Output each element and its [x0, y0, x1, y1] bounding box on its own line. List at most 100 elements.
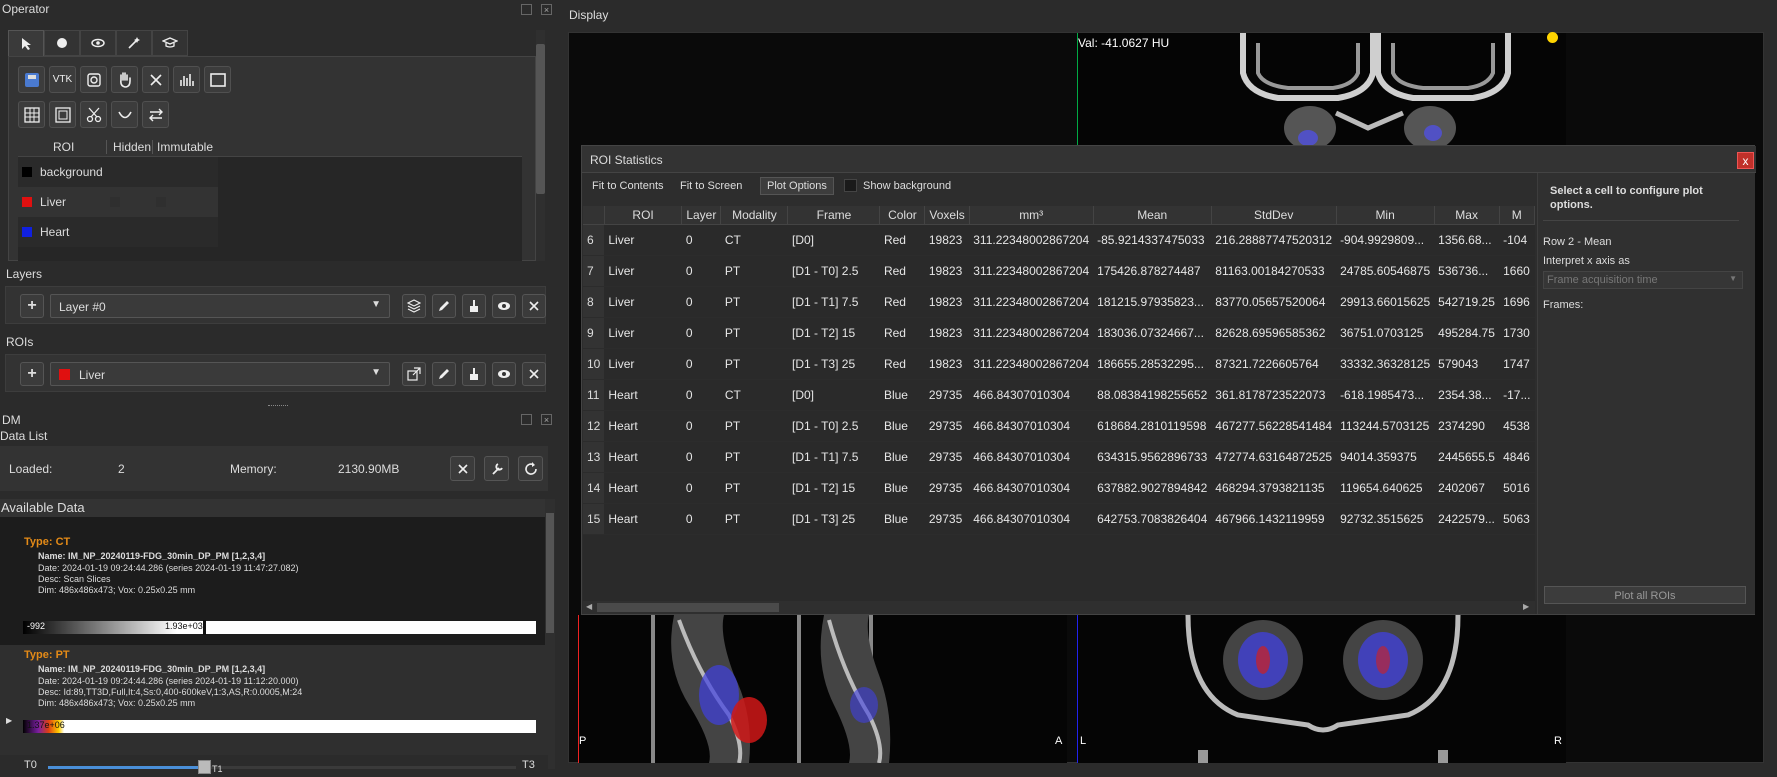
- cell-mean[interactable]: 186655.28532295...: [1093, 348, 1212, 380]
- col-color[interactable]: Color: [879, 206, 926, 225]
- plot-options-button[interactable]: Plot Options: [760, 177, 834, 195]
- cell-stddev[interactable]: 472774.63164872525: [1211, 441, 1337, 473]
- cell-mm3[interactable]: 466.84307010304: [969, 410, 1094, 442]
- cell-voxels[interactable]: 29735: [924, 379, 970, 411]
- cell-color[interactable]: Blue: [879, 472, 925, 504]
- curve-button[interactable]: [111, 101, 138, 128]
- cell-layer[interactable]: 0: [681, 286, 721, 318]
- available-scrollbar[interactable]: [545, 499, 555, 769]
- cell-layer[interactable]: 0: [681, 379, 721, 411]
- cell-m[interactable]: -104: [1499, 224, 1535, 256]
- time-slider-handle[interactable]: [198, 760, 211, 774]
- stats-hscrollbar[interactable]: ◀ ▶: [583, 601, 1535, 614]
- expand-icon[interactable]: ▶: [6, 716, 12, 725]
- colorbar-handle[interactable]: [203, 620, 206, 635]
- cell-roi[interactable]: Liver: [604, 317, 682, 349]
- add-roi-button[interactable]: +: [20, 362, 44, 386]
- delete-button[interactable]: [142, 66, 169, 93]
- roi-row-background[interactable]: background: [18, 157, 218, 187]
- cell-roi[interactable]: Heart: [604, 379, 682, 411]
- plot-all-rois-button[interactable]: Plot all ROIs: [1544, 586, 1746, 604]
- cell-mm3[interactable]: 311.22348002867204: [969, 255, 1094, 287]
- cell-mm3[interactable]: 311.22348002867204: [969, 286, 1094, 318]
- col-mm3[interactable]: mm³: [969, 206, 1094, 225]
- cell-color[interactable]: Red: [879, 317, 925, 349]
- table-row[interactable]: 7 Liver 0 PT [D1 - T0] 2.5 Red 19823 311.223480…: [583, 255, 1535, 287]
- cell-color[interactable]: Blue: [879, 441, 925, 473]
- cell-min[interactable]: 29913.66015625: [1336, 286, 1435, 318]
- rectangle-button[interactable]: [204, 66, 231, 93]
- x-axis-select[interactable]: Frame acquisition time ▼: [1543, 271, 1743, 289]
- immutable-checkbox[interactable]: [156, 197, 166, 207]
- cell-m[interactable]: 4538: [1499, 410, 1535, 442]
- sagittal-view[interactable]: P A: [578, 615, 1067, 764]
- col-stddev[interactable]: StdDev: [1211, 206, 1337, 225]
- delete-layer-button[interactable]: [522, 294, 546, 318]
- cell-frame[interactable]: [D1 - T1] 7.5: [787, 286, 880, 318]
- cell-roi[interactable]: Heart: [604, 503, 682, 535]
- col-modality[interactable]: Modality: [720, 206, 789, 225]
- cell-modality[interactable]: CT: [720, 379, 788, 411]
- cell-frame[interactable]: [D1 - T2] 15: [787, 472, 880, 504]
- cell-m[interactable]: 1747: [1499, 348, 1535, 380]
- grid-button[interactable]: [49, 101, 76, 128]
- cell-stddev[interactable]: 216.28887747520312: [1211, 224, 1337, 256]
- table-row[interactable]: 10 Liver 0 PT [D1 - T3] 25 Red 19823 311.223480…: [583, 348, 1535, 380]
- cell-stddev[interactable]: 81163.00184270533: [1211, 255, 1337, 287]
- col-min[interactable]: Min: [1336, 206, 1435, 225]
- cell-m[interactable]: 5016: [1499, 472, 1535, 504]
- cell-min[interactable]: -618.1985473...: [1336, 379, 1435, 411]
- add-layer-button[interactable]: +: [20, 294, 44, 318]
- cell-max[interactable]: 495284.75: [1434, 317, 1500, 349]
- cell-layer[interactable]: 0: [681, 224, 721, 256]
- cell-voxels[interactable]: 29735: [924, 472, 970, 504]
- layers-stack-button[interactable]: [402, 294, 426, 318]
- cell-color[interactable]: Blue: [879, 503, 925, 535]
- cell-color[interactable]: Red: [879, 224, 925, 256]
- cell-roi[interactable]: Liver: [604, 348, 682, 380]
- cell-min[interactable]: 24785.60546875: [1336, 255, 1435, 287]
- tab-pointer[interactable]: [8, 30, 44, 56]
- cell-modality[interactable]: PT: [720, 255, 788, 287]
- cell-voxels[interactable]: 29735: [924, 441, 970, 473]
- pan-button[interactable]: [111, 66, 138, 93]
- close-icon[interactable]: ×: [541, 414, 552, 425]
- cell-min[interactable]: 113244.5703125: [1336, 410, 1435, 442]
- cell-m[interactable]: 1696: [1499, 286, 1535, 318]
- fit-screen-button[interactable]: Fit to Screen: [680, 180, 742, 192]
- cell-modality[interactable]: PT: [720, 348, 788, 380]
- cell-modality[interactable]: PT: [720, 410, 788, 442]
- cell-m[interactable]: 1660: [1499, 255, 1535, 287]
- cell-roi[interactable]: Liver: [604, 224, 682, 256]
- cell-m[interactable]: 5063: [1499, 503, 1535, 535]
- hidden-checkbox[interactable]: [110, 197, 120, 207]
- window-close-button[interactable]: x: [1737, 152, 1754, 169]
- cell-color[interactable]: Red: [879, 286, 925, 318]
- coronal-view[interactable]: L R: [1077, 614, 1566, 763]
- cell-roi[interactable]: Heart: [604, 410, 682, 442]
- cell-m[interactable]: 1730: [1499, 317, 1535, 349]
- cell-max[interactable]: 542719.25: [1434, 286, 1500, 318]
- cell-layer[interactable]: 0: [681, 255, 721, 287]
- data-item-ct[interactable]: Type: CT Name: IM_NP_20240119-FDG_30min_…: [0, 517, 545, 645]
- table-row[interactable]: 8 Liver 0 PT [D1 - T1] 7.5 Red 19823 311.223480…: [583, 286, 1535, 318]
- table-row[interactable]: 6 Liver 0 CT [D0] Red 19823 311.22348002867204-…: [583, 224, 1535, 256]
- cell-mean[interactable]: 88.08384198255652: [1093, 379, 1212, 411]
- cell-layer[interactable]: 0: [681, 441, 721, 473]
- cell-roi[interactable]: Heart: [604, 441, 682, 473]
- cell-m[interactable]: 4846: [1499, 441, 1535, 473]
- col-roi[interactable]: ROI: [604, 206, 683, 225]
- cell-voxels[interactable]: 19823: [924, 348, 970, 380]
- refresh-button[interactable]: [518, 456, 543, 481]
- cell-mean[interactable]: 183036.07324667...: [1093, 317, 1212, 349]
- cell-modality[interactable]: CT: [720, 224, 788, 256]
- cell-frame[interactable]: [D1 - T0] 2.5: [787, 410, 880, 442]
- cell-min[interactable]: 36751.0703125: [1336, 317, 1435, 349]
- roi-row-liver[interactable]: Liver: [18, 187, 218, 217]
- table-button[interactable]: [18, 101, 45, 128]
- cell-layer[interactable]: 0: [681, 472, 721, 504]
- export-roi-button[interactable]: [402, 362, 426, 386]
- col-max[interactable]: Max: [1434, 206, 1500, 225]
- clean-roi-button[interactable]: [462, 362, 486, 386]
- scrollbar-thumb[interactable]: [597, 603, 779, 612]
